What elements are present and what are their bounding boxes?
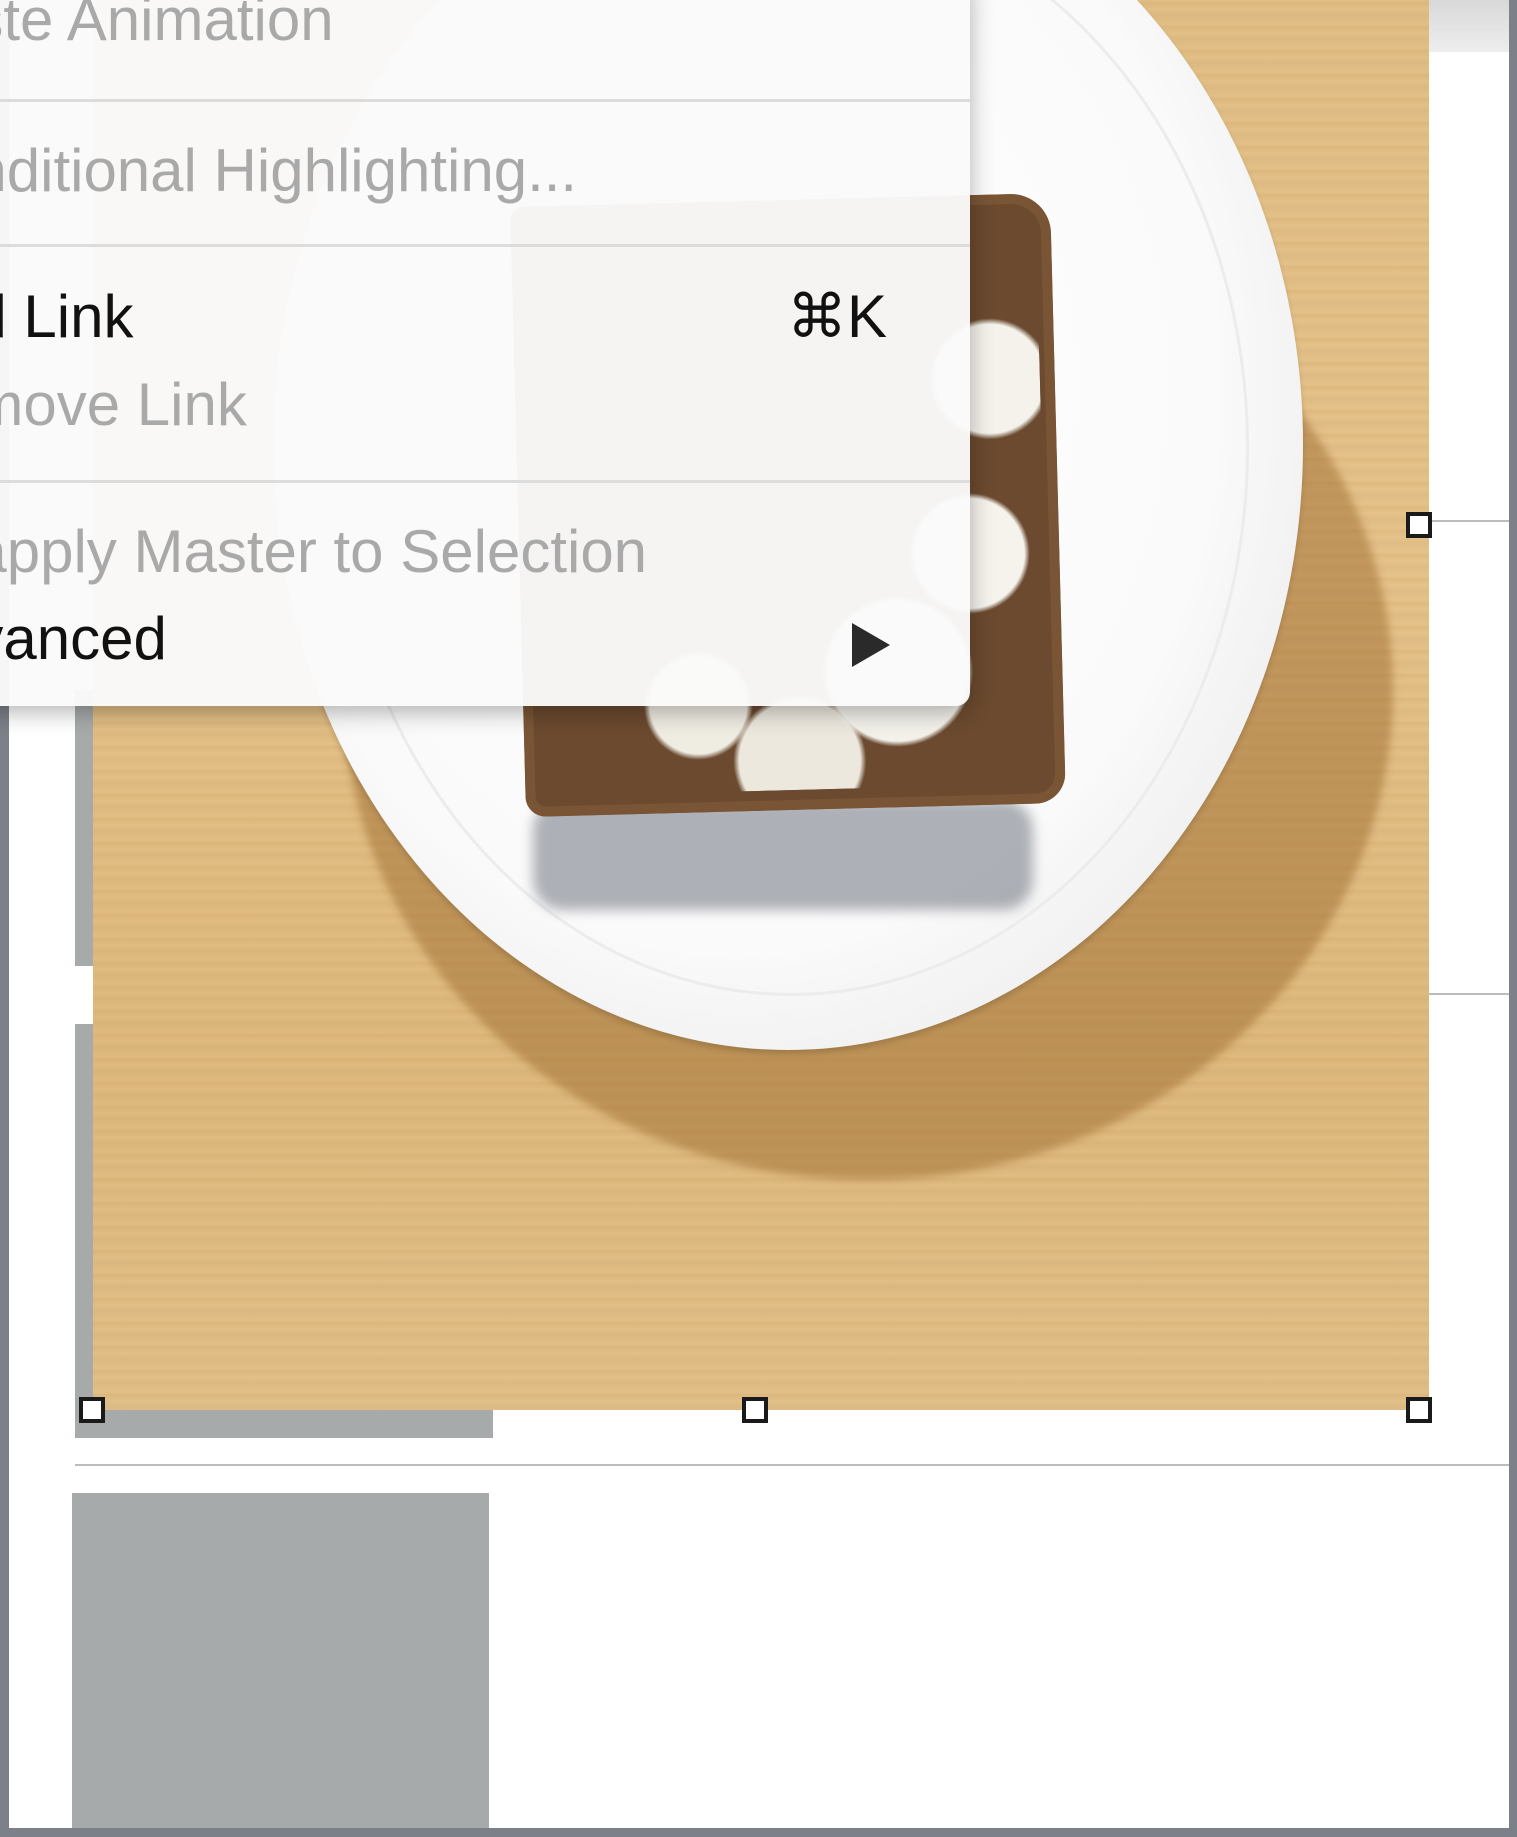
adjacent-object-strip — [1419, 0, 1509, 52]
resize-handle-bottom-right[interactable] — [1406, 1397, 1432, 1423]
context-menu: aste Animation onditional Highlighting..… — [0, 0, 970, 706]
menu-item-label: emove Link — [0, 371, 247, 438]
menu-item-paste-animation[interactable]: aste Animation — [0, 0, 910, 60]
menu-item-advanced[interactable]: dvanced — [0, 599, 910, 679]
menu-separator — [0, 99, 970, 102]
alignment-guide — [1419, 993, 1509, 995]
menu-item-remove-link[interactable]: emove Link — [0, 365, 910, 445]
menu-item-shortcut: ⌘K — [786, 283, 887, 350]
menu-item-label: aste Animation — [0, 0, 334, 53]
menu-item-label: onditional Highlighting... — [0, 137, 578, 204]
placeholder-image-block[interactable] — [72, 1493, 489, 1828]
alignment-guide — [75, 1464, 1509, 1466]
gap-marker — [75, 966, 95, 1024]
menu-separator — [0, 244, 970, 247]
placeholder-block[interactable] — [75, 1410, 493, 1438]
resize-handle-bottom-left[interactable] — [79, 1397, 105, 1423]
alignment-guide — [1419, 520, 1509, 522]
menu-item-label: dd Link — [0, 283, 134, 350]
menu-item-conditional-highlighting[interactable]: onditional Highlighting... — [0, 131, 910, 211]
placeholder-block[interactable] — [75, 690, 95, 1435]
resize-handle-right-middle[interactable] — [1406, 512, 1432, 538]
menu-item-reapply-master[interactable]: eapply Master to Selection — [0, 512, 910, 592]
submenu-arrow-icon — [852, 623, 890, 667]
menu-item-add-link[interactable]: dd Link ⌘K — [0, 277, 910, 357]
menu-separator — [0, 480, 970, 483]
menu-item-label: dvanced — [0, 605, 167, 672]
toast-shadow — [533, 800, 1033, 910]
resize-handle-bottom-center[interactable] — [742, 1397, 768, 1423]
menu-item-label: eapply Master to Selection — [0, 518, 648, 585]
